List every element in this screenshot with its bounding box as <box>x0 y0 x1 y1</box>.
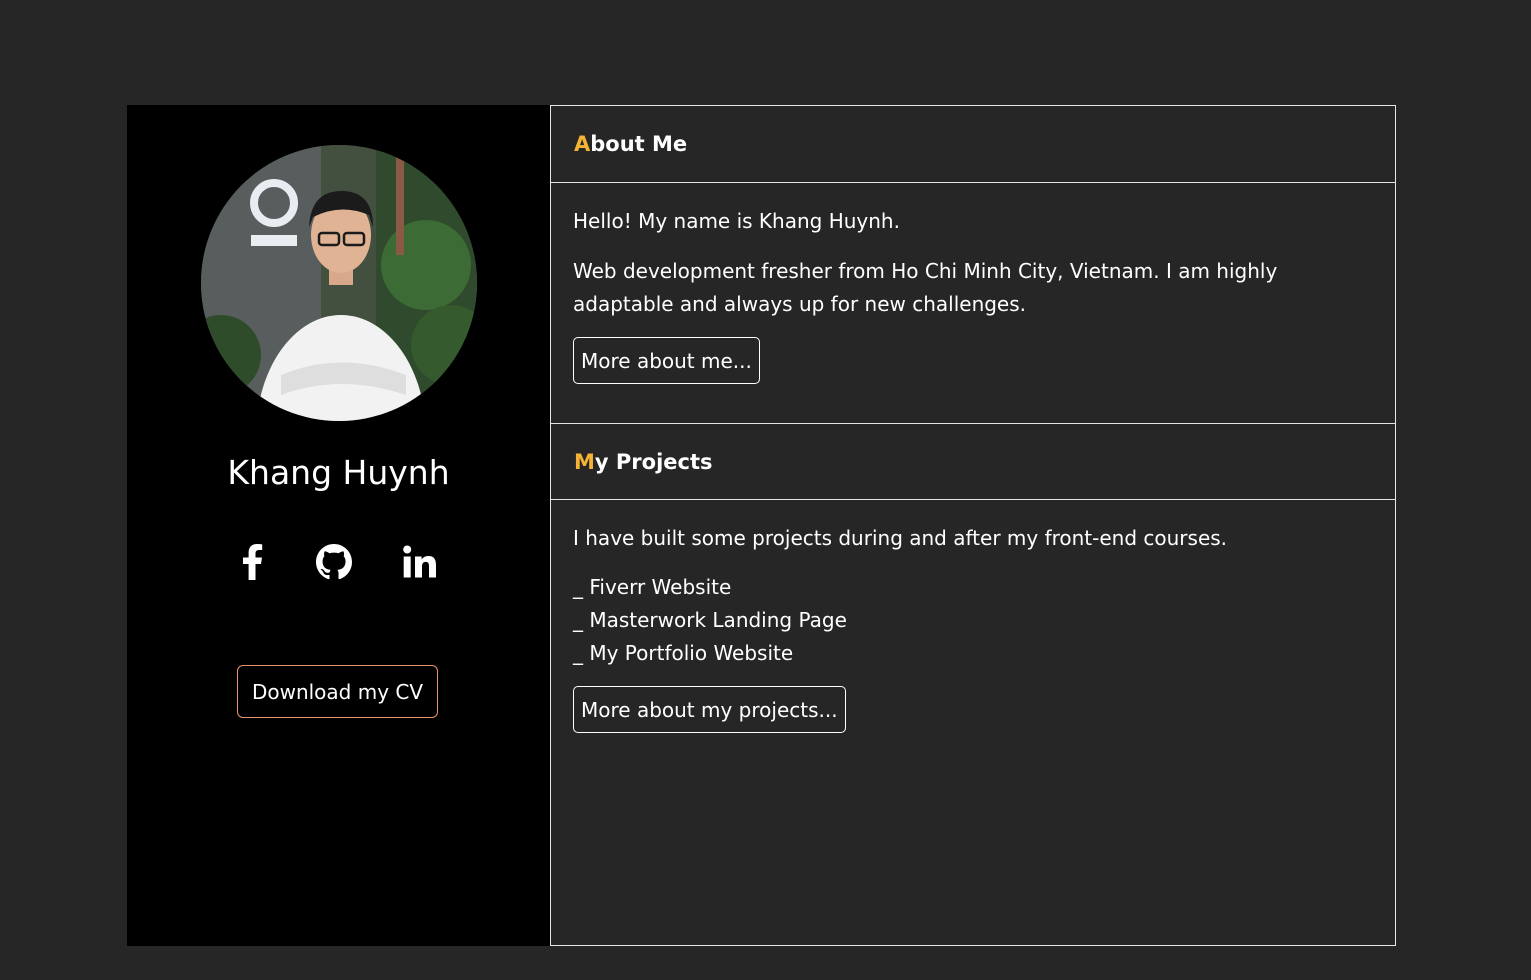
projects-body: I have built some projects during and af… <box>551 500 1395 733</box>
about-title-initial: A <box>574 132 591 156</box>
facebook-link[interactable] <box>230 540 274 584</box>
projects-section: My Projects I have built some projects d… <box>551 424 1395 733</box>
about-header: About Me <box>551 106 1395 183</box>
avatar <box>201 145 477 421</box>
projects-title-initial: M <box>574 449 595 474</box>
content-panel: About Me Hello! My name is Khang Huynh. … <box>550 105 1396 946</box>
github-link[interactable] <box>312 540 356 584</box>
project-item: _ My Portfolio Website <box>573 641 794 665</box>
linkedin-link[interactable] <box>398 540 442 584</box>
facebook-icon <box>243 544 263 580</box>
about-title-rest: bout Me <box>590 132 688 156</box>
profile-sidebar: Khang Huynh Download my CV <box>127 105 550 946</box>
about-section: About Me Hello! My name is Khang Huynh. … <box>551 106 1395 424</box>
linkedin-icon <box>403 545 436 578</box>
github-icon <box>316 544 352 580</box>
about-description: Web development fresher from Ho Chi Minh… <box>573 259 1278 316</box>
about-greeting: Hello! My name is Khang Huynh. <box>573 209 900 233</box>
avatar-photo <box>201 145 477 421</box>
profile-name: Khang Huynh <box>227 453 450 492</box>
project-list: _ Fiverr Website _ Masterwork Landing Pa… <box>573 571 1373 670</box>
download-cv-button[interactable]: Download my CV <box>237 665 438 718</box>
about-body: Hello! My name is Khang Huynh. Web devel… <box>551 183 1395 424</box>
project-item: _ Fiverr Website <box>573 575 732 599</box>
more-about-projects-button[interactable]: More about my projects... <box>573 686 846 733</box>
more-about-me-button[interactable]: More about me... <box>573 337 760 384</box>
projects-title-rest: y Projects <box>594 449 713 474</box>
projects-intro: I have built some projects during and af… <box>573 526 1228 550</box>
projects-header: My Projects <box>551 424 1395 500</box>
project-item: _ Masterwork Landing Page <box>573 608 847 632</box>
social-links <box>127 540 550 584</box>
profile-card: Khang Huynh Download my CV A bout Me Hel… <box>127 105 1396 946</box>
